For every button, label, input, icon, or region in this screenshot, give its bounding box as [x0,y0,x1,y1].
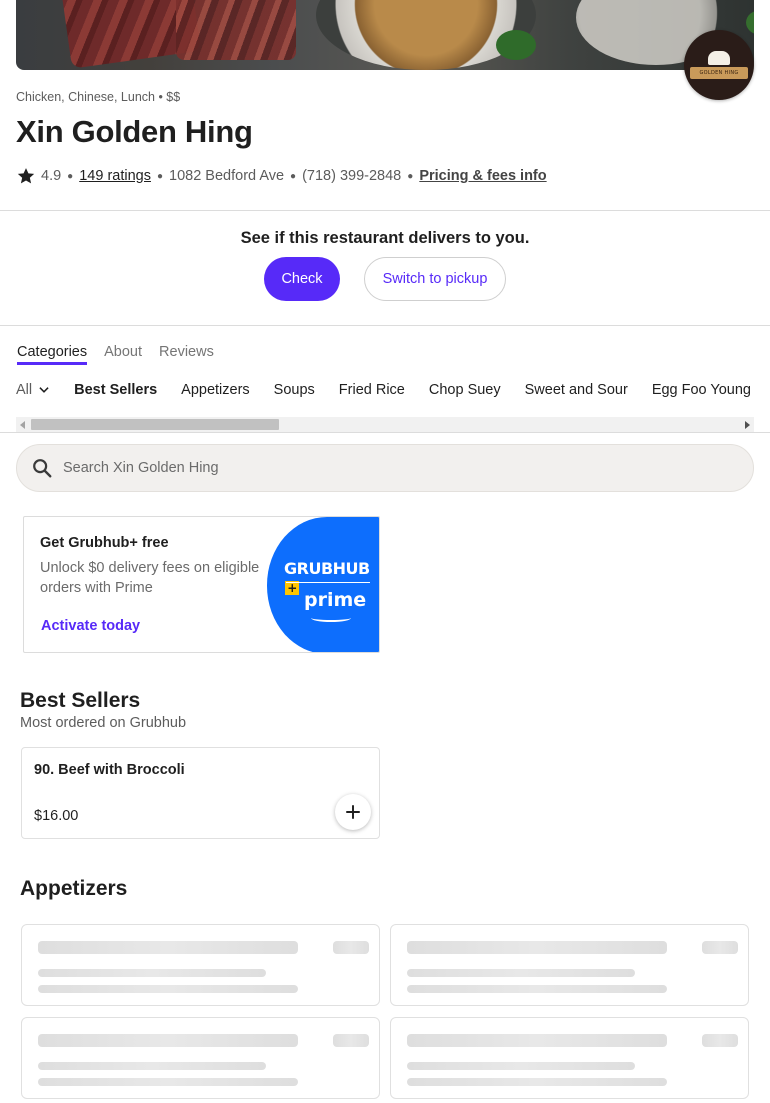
category-scrollbar[interactable] [16,417,754,432]
best-sellers-heading: Best Sellers [20,689,141,712]
loading-item-card [21,924,380,1006]
activate-today-link[interactable]: Activate today [41,618,140,634]
separator-dot: ● [290,170,297,182]
loading-item-card [390,1017,749,1099]
scroll-right-arrow[interactable] [745,421,750,429]
all-categories-dropdown[interactable]: All [16,382,51,398]
promo-divider [286,582,370,583]
menu-item-price: $16.00 [34,808,79,824]
category-appetizers[interactable]: Appetizers [181,382,250,398]
prime-logo: prime [304,589,367,611]
tab-about[interactable]: About [104,344,142,365]
divider [0,325,770,326]
category-chop-suey[interactable]: Chop Suey [429,382,501,398]
best-sellers-subtitle: Most ordered on Grubhub [20,715,187,731]
prime-smile-icon [311,614,351,622]
tab-categories[interactable]: Categories [17,344,88,365]
menu-tabs: Categories About Reviews [17,344,214,365]
all-categories-label: All [16,382,33,398]
grubhub-plus-promo[interactable]: Get Grubhub+ free Unlock $0 delivery fee… [23,516,380,653]
loading-item-card [390,924,749,1006]
scrollbar-thumb[interactable] [31,419,279,430]
ratings-link[interactable]: 149 ratings [79,168,151,184]
separator-dot: ● [67,170,74,182]
cuisine-tags: Chicken, Chinese, Lunch • $$ [16,90,181,104]
delivery-question: See if this restaurant delivers to you. [240,229,530,247]
restaurant-logo: GOLDEN HING [684,30,754,100]
menu-search[interactable] [16,444,754,492]
star-icon [17,168,35,184]
appetizers-heading: Appetizers [20,877,128,900]
category-egg-foo-young[interactable]: Egg Foo Young [652,382,751,398]
loading-item-card [21,1017,380,1099]
logo-banner: GOLDEN HING [690,67,748,79]
chef-hat-icon [708,51,730,65]
category-fried-rice[interactable]: Fried Rice [339,382,405,398]
plus-icon [346,805,360,819]
restaurant-address: 1082 Bedford Ave [169,168,285,184]
restaurant-name: Xin Golden Hing [16,114,253,149]
menu-item-card[interactable]: 90. Beef with Broccoli $16.00 [21,747,380,839]
search-icon [33,459,52,478]
hero-image [16,0,754,70]
category-nav: All Best Sellers Appetizers Soups Fried … [16,380,770,400]
pricing-fees-link[interactable]: Pricing & fees info [419,168,546,184]
restaurant-meta: 4.9 ● 149 ratings ● 1082 Bedford Ave ● (… [16,166,547,186]
switch-to-pickup-button[interactable]: Switch to pickup [364,257,506,301]
restaurant-phone: (718) 399-2848 [302,168,402,184]
menu-item-name: 90. Beef with Broccoli [34,762,185,778]
add-item-button[interactable] [335,794,371,830]
check-button[interactable]: Check [264,257,340,301]
search-input[interactable] [63,460,663,476]
separator-dot: ● [407,170,414,182]
separator-dot: ● [156,170,164,182]
promo-description: Unlock $0 delivery fees on eligible orde… [40,560,260,596]
category-soups[interactable]: Soups [274,382,315,398]
promo-title: Get Grubhub+ free [40,535,169,551]
chevron-down-icon [39,387,49,393]
rating-value: 4.9 [41,168,62,184]
divider [0,210,770,211]
category-sweet-and-sour[interactable]: Sweet and Sour [525,382,628,398]
tab-reviews[interactable]: Reviews [159,344,214,365]
divider [0,432,770,433]
scroll-left-arrow[interactable] [20,421,25,429]
category-best-sellers[interactable]: Best Sellers [74,382,157,398]
